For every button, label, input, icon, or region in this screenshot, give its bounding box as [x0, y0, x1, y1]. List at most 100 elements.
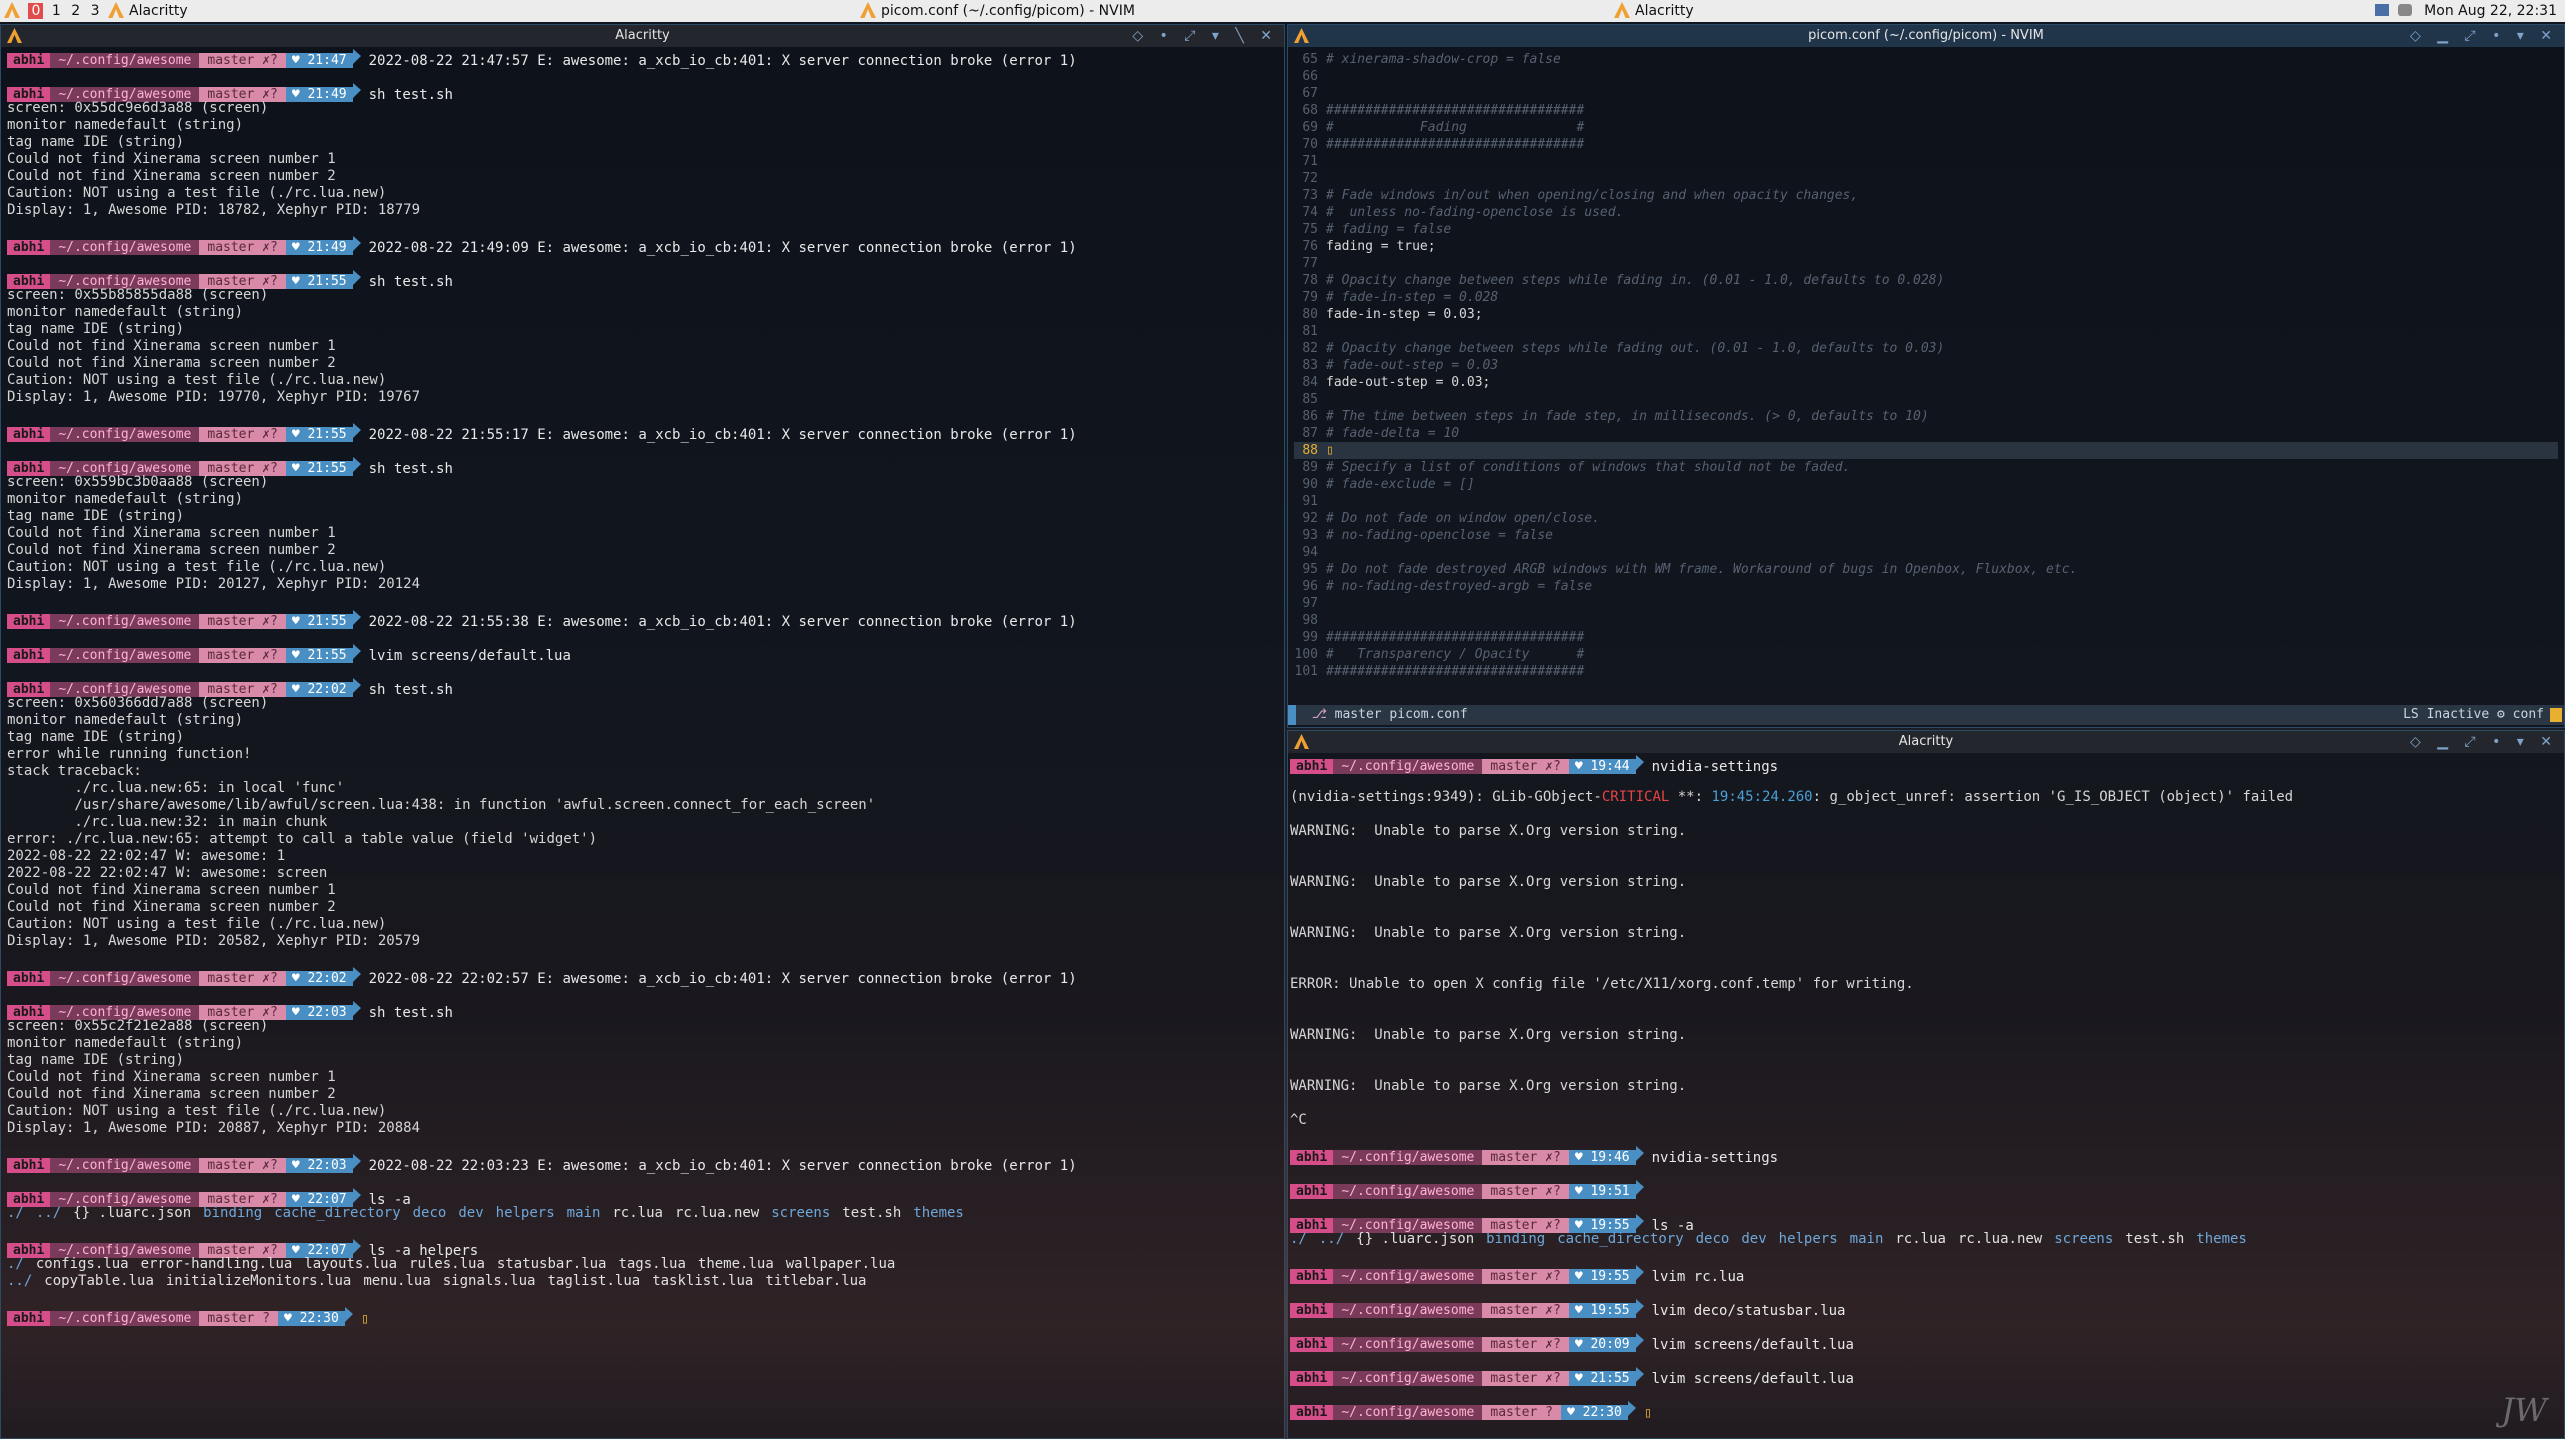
prompt-line: abhi ~/.config/awesome master ✗? ♥ 21:55 sh … — [7, 270, 1280, 290]
file-entry: taglist.lua — [547, 1273, 641, 1289]
line-number: 78 — [1302, 273, 1318, 288]
glib-prefix: (nvidia-settings:9349): GLib-GObject- — [1290, 789, 1602, 805]
task-left[interactable]: Alacritty — [108, 2, 188, 20]
comment-text: # Opacity change between steps while fad… — [1326, 273, 1945, 288]
right-terminal-titlebar[interactable]: Alacritty ◇ ▁ ⤢ • ▾ ✕ — [1288, 731, 2564, 753]
code-text: fading = true; — [1326, 239, 1436, 254]
nvim-window[interactable]: picom.conf (~/.config/picom) - NVIM ◇ ▁ … — [1287, 24, 2565, 728]
glib-mid: **: — [1669, 789, 1712, 805]
prompt-time: ♥ 20:09 — [1568, 1337, 1636, 1352]
output-line: 2022-08-22 22:02:47 W: awesome: screen — [7, 865, 328, 881]
prompt-user: abhi — [1290, 1269, 1334, 1284]
code-text: ▯ — [1326, 443, 1334, 458]
prompt-time: ♥ 21:55 — [285, 461, 353, 476]
prompt-time: ♥ 21:55 — [285, 274, 353, 289]
prompt-arrow-icon — [352, 236, 361, 251]
line-number: 84 — [1302, 375, 1318, 390]
task-right[interactable]: Alacritty — [1614, 2, 1694, 20]
output-line: ./rc.lua.new:32: in main chunk — [7, 814, 328, 830]
alacritty-icon — [108, 2, 124, 18]
prompt-time: ♥ 22:02 — [285, 971, 353, 986]
tray-app-icon[interactable] — [2375, 4, 2390, 16]
nvim-line: 95 # Do not fade destroyed ARGB windows w… — [1294, 561, 2558, 578]
output-line: Could not find Xinerama screen number 2 — [7, 899, 336, 915]
output-line: tag name IDE (string) — [7, 508, 185, 524]
prompt-git-branch: master ✗? — [199, 1158, 286, 1173]
directory-entry: deco — [412, 1205, 447, 1221]
command-text: lvim screens/default.lua — [1651, 1371, 1854, 1387]
prompt-arrow-icon — [352, 610, 361, 625]
tag-0[interactable]: 0 — [28, 3, 44, 19]
prompt-git-branch: master ? — [199, 1311, 278, 1326]
tag-1[interactable]: 1 — [52, 3, 61, 19]
window-controls[interactable]: ◇ ▁ ⤢ • ▾ ✕ — [2410, 731, 2558, 753]
prompt-directory: ~/.config/awesome — [50, 240, 200, 255]
glib-critical: CRITICAL — [1601, 789, 1670, 805]
line-number: 76 — [1302, 239, 1318, 254]
shell-prompt: abhi ~/.config/awesome master ✗? ♥ 19:46 — [1290, 1146, 1644, 1165]
nvim-line: 83 # fade-out-step = 0.03 — [1294, 357, 2558, 374]
shell-prompt: abhi ~/.config/awesome master ✗? ♥ 21:55 — [7, 644, 361, 663]
prompt-directory: ~/.config/awesome — [1333, 1371, 1483, 1386]
prompt-arrow-icon — [352, 1001, 361, 1016]
prompt-git-branch: master ✗? — [1482, 1303, 1569, 1318]
left-terminal-titlebar[interactable]: Alacritty ◇ • ⤢ ▾ ╲ ✕ — [1, 25, 1284, 47]
shell-prompt: abhi ~/.config/awesome master ✗? ♥ 19:51 — [1290, 1180, 1644, 1199]
prompt-line: abhi ~/.config/awesome master ✗? ♥ 19:55 ls … — [1290, 1214, 2560, 1234]
prompt-arrow-icon — [344, 1307, 353, 1322]
position-indicator — [2550, 708, 2562, 722]
nvim-line: 78 # Opacity change between steps while f… — [1294, 272, 2558, 289]
comment-text: # Opacity change between steps while fad… — [1326, 341, 1945, 356]
prompt-user: abhi — [7, 53, 51, 68]
file-entry: tasklist.lua — [652, 1273, 754, 1289]
nvim-statusline: ⎇ master picom.conf LS Inactive ⚙ conf — [1288, 705, 2564, 725]
task-center[interactable]: picom.conf (~/.config/picom) - NVIM — [860, 2, 1135, 20]
shell-prompt: abhi ~/.config/awesome master ? ♥ 22:30 — [7, 1307, 353, 1326]
directory-entry: ../ — [35, 1205, 62, 1221]
file-entry: rc.lua.new — [674, 1205, 760, 1221]
file-entry: titlebar.lua — [765, 1273, 867, 1289]
output-line: monitor namedefault (string) — [7, 712, 244, 728]
window-controls[interactable]: ◇ • ⤢ ▾ ╲ ✕ — [1132, 25, 1278, 47]
line-number: 82 — [1302, 341, 1318, 356]
prompt-time: ♥ 21:49 — [285, 240, 353, 255]
terminal-output[interactable]: abhi ~/.config/awesome master ✗? ♥ 19:44 nvi… — [1290, 755, 2560, 1421]
line-number: 71 — [1302, 154, 1318, 169]
line-number: 81 — [1302, 324, 1318, 339]
prompt-time: ♥ 21:55 — [1568, 1371, 1636, 1386]
nvim-line: 101 ################################# — [1294, 663, 2558, 680]
prompt-git-branch: master ✗? — [1482, 1337, 1569, 1352]
nvim-line: 75 # fading = false — [1294, 221, 2558, 238]
directory-entry: ../ — [1318, 1231, 1345, 1247]
output-line: error: ./rc.lua.new:65: attempt to call … — [7, 831, 598, 847]
discord-icon[interactable] — [2397, 4, 2412, 16]
prompt-git-branch: master ✗? — [199, 240, 286, 255]
left-terminal-window[interactable]: Alacritty ◇ • ⤢ ▾ ╲ ✕ abhi ~/.config/awes… — [0, 24, 1285, 1439]
command-text: nvidia-settings — [1651, 1150, 1779, 1166]
window-controls[interactable]: ◇ ▁ ⤢ • ▾ ✕ — [2410, 25, 2558, 47]
prompt-arrow-icon — [1635, 1146, 1644, 1161]
nvim-line: 94 — [1294, 544, 2558, 561]
prompt-line: abhi ~/.config/awesome master ✗? ♥ 19:46 nvi… — [1290, 1146, 2560, 1166]
terminal-output[interactable]: abhi ~/.config/awesome master ✗? ♥ 21:47 202… — [7, 49, 1280, 1327]
nvim-line: 73 # Fade windows in/out when opening/clo… — [1294, 187, 2558, 204]
tag-2[interactable]: 2 — [71, 3, 80, 19]
nvim-buffer[interactable]: 65 # xinerama-shadow-crop = false 66 67 68 ##… — [1294, 51, 2558, 680]
prompt-user: abhi — [1290, 1150, 1334, 1165]
prompt-arrow-icon — [352, 83, 361, 98]
output-line: monitor namedefault (string) — [7, 1035, 244, 1051]
comment-text: # The time between steps in fade step, i… — [1326, 409, 1929, 424]
right-terminal-window[interactable]: Alacritty ◇ ▁ ⤢ • ▾ ✕ abhi ~/.config/awes… — [1287, 730, 2565, 1439]
output-line: error while running function! — [7, 746, 252, 762]
nvim-titlebar[interactable]: picom.conf (~/.config/picom) - NVIM ◇ ▁ … — [1288, 25, 2564, 47]
output-line: screen: 0x55c2f21e2a88 (screen) — [7, 1018, 269, 1034]
shell-prompt: abhi ~/.config/awesome master ✗? ♥ 19:44 — [1290, 755, 1644, 774]
prompt-time: ♥ 19:55 — [1568, 1269, 1636, 1284]
tag-3[interactable]: 3 — [91, 3, 100, 19]
output-line: Caution: NOT using a test file (./rc.lua… — [7, 185, 387, 201]
